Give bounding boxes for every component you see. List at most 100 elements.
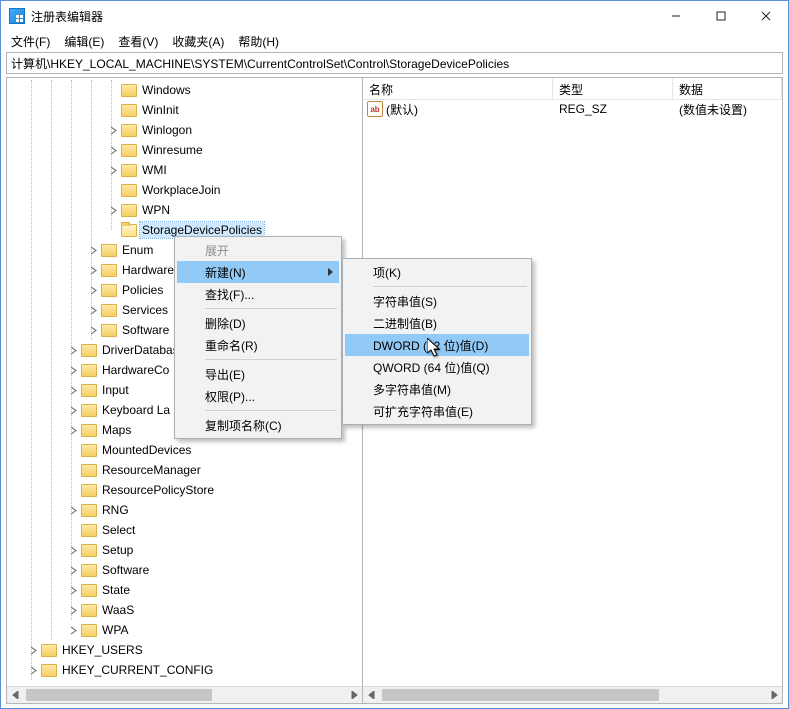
tree-item-wininit[interactable]: WinInit	[7, 100, 362, 120]
tree-toggle-icon[interactable]	[67, 624, 79, 636]
tree-item-label: Select	[100, 522, 137, 538]
tree-horizontal-scrollbar[interactable]	[7, 686, 362, 703]
scroll-left-button[interactable]	[363, 687, 380, 703]
minimize-button[interactable]	[653, 1, 698, 31]
tree-toggle-icon[interactable]	[107, 164, 119, 176]
tree-toggle-icon[interactable]	[87, 284, 99, 296]
ctx-rename[interactable]: 重命名(R)	[177, 334, 339, 356]
column-headers: 名称 类型 数据	[363, 78, 782, 100]
folder-icon	[101, 304, 117, 317]
tree-toggle-icon[interactable]	[67, 404, 79, 416]
tree-item-state[interactable]: State	[7, 580, 362, 600]
folder-icon	[41, 664, 57, 677]
tree-item-setup[interactable]: Setup	[7, 540, 362, 560]
folder-icon	[81, 604, 97, 617]
tree-item-label: WPN	[140, 202, 172, 218]
folder-icon	[81, 384, 97, 397]
tree-toggle-icon[interactable]	[67, 504, 79, 516]
tree-item-label: WPA	[100, 622, 130, 638]
ctx-copy-key-name[interactable]: 复制项名称(C)	[177, 414, 339, 436]
tree-item-winresume[interactable]: Winresume	[7, 140, 362, 160]
ctx-new-string[interactable]: 字符串值(S)	[345, 290, 529, 312]
scroll-thumb[interactable]	[382, 689, 659, 701]
tree-item-resourcepolicystore[interactable]: ResourcePolicyStore	[7, 480, 362, 500]
ctx-new[interactable]: 新建(N)	[177, 261, 339, 283]
menu-edit[interactable]: 编辑(E)	[58, 32, 110, 51]
ctx-new-dword[interactable]: DWORD (32 位)值(D)	[345, 334, 529, 356]
column-data[interactable]: 数据	[673, 78, 782, 99]
tree-item-waas[interactable]: WaaS	[7, 600, 362, 620]
ctx-export[interactable]: 导出(E)	[177, 363, 339, 385]
tree-toggle-icon[interactable]	[67, 604, 79, 616]
separator	[205, 410, 337, 411]
tree-item-workplacejoin[interactable]: WorkplaceJoin	[7, 180, 362, 200]
value-row-default[interactable]: ab (默认) REG_SZ (数值未设置)	[363, 100, 782, 118]
tree-item-mounteddevices[interactable]: MountedDevices	[7, 440, 362, 460]
ctx-delete[interactable]: 删除(D)	[177, 312, 339, 334]
scroll-thumb[interactable]	[26, 689, 212, 701]
titlebar: 注册表编辑器	[1, 1, 788, 31]
ctx-find[interactable]: 查找(F)...	[177, 283, 339, 305]
tree-item-windows[interactable]: Windows	[7, 80, 362, 100]
ctx-new-key[interactable]: 项(K)	[345, 261, 529, 283]
folder-icon	[81, 624, 97, 637]
tree-toggle-icon[interactable]	[87, 324, 99, 336]
tree-item-label: WaaS	[100, 602, 136, 618]
ctx-new-qword[interactable]: QWORD (64 位)值(Q)	[345, 356, 529, 378]
scroll-left-button[interactable]	[7, 687, 24, 703]
close-button[interactable]	[743, 1, 788, 31]
tree-item-label: Software	[100, 562, 151, 578]
tree-toggle-icon[interactable]	[27, 644, 39, 656]
values-horizontal-scrollbar[interactable]	[363, 686, 782, 703]
column-type[interactable]: 类型	[553, 78, 673, 99]
scroll-right-button[interactable]	[765, 687, 782, 703]
tree-item-hkey_current_config[interactable]: HKEY_CURRENT_CONFIG	[7, 660, 362, 680]
tree-item-label: State	[100, 582, 132, 598]
tree-item-software2[interactable]: Software	[7, 560, 362, 580]
ctx-new-binary[interactable]: 二进制值(B)	[345, 312, 529, 334]
tree-toggle-icon[interactable]	[67, 584, 79, 596]
tree-item-rng[interactable]: RNG	[7, 500, 362, 520]
tree-toggle-icon[interactable]	[87, 264, 99, 276]
ctx-new-multistring[interactable]: 多字符串值(M)	[345, 378, 529, 400]
ctx-permissions[interactable]: 权限(P)...	[177, 385, 339, 407]
tree-toggle-icon[interactable]	[107, 144, 119, 156]
tree-item-label: WinInit	[140, 102, 181, 118]
tree-item-wpa[interactable]: WPA	[7, 620, 362, 640]
scroll-right-button[interactable]	[345, 687, 362, 703]
scroll-track[interactable]	[380, 687, 765, 703]
menu-favorites[interactable]: 收藏夹(A)	[166, 32, 230, 51]
menu-help[interactable]: 帮助(H)	[232, 32, 285, 51]
maximize-button[interactable]	[698, 1, 743, 31]
folder-icon	[81, 444, 97, 457]
registry-editor-window: 注册表编辑器 文件(F) 编辑(E) 查看(V) 收藏夹(A) 帮助(H) 计算…	[0, 0, 789, 709]
tree-toggle-icon[interactable]	[67, 384, 79, 396]
tree-toggle-icon[interactable]	[87, 304, 99, 316]
app-icon	[9, 8, 25, 24]
tree-toggle-icon[interactable]	[67, 364, 79, 376]
tree-item-label: Policies	[120, 282, 165, 298]
address-bar[interactable]: 计算机\HKEY_LOCAL_MACHINE\SYSTEM\CurrentCon…	[6, 52, 783, 74]
folder-icon	[81, 524, 97, 537]
tree-toggle-icon[interactable]	[67, 424, 79, 436]
tree-toggle-icon[interactable]	[27, 664, 39, 676]
tree-toggle-icon[interactable]	[67, 564, 79, 576]
tree-item-label: HKEY_USERS	[60, 642, 145, 658]
tree-item-hkey_users[interactable]: HKEY_USERS	[7, 640, 362, 660]
tree-toggle-icon[interactable]	[67, 544, 79, 556]
tree-item-wmi[interactable]: WMI	[7, 160, 362, 180]
tree-toggle-icon[interactable]	[67, 344, 79, 356]
tree-item-select[interactable]: Select	[7, 520, 362, 540]
tree-item-wpn[interactable]: WPN	[7, 200, 362, 220]
menu-view[interactable]: 查看(V)	[112, 32, 164, 51]
tree-toggle-icon[interactable]	[107, 204, 119, 216]
column-name[interactable]: 名称	[363, 78, 553, 99]
tree-item-resourcemanager[interactable]: ResourceManager	[7, 460, 362, 480]
scroll-track[interactable]	[24, 687, 345, 703]
tree-toggle-icon[interactable]	[87, 244, 99, 256]
menu-file[interactable]: 文件(F)	[5, 32, 56, 51]
tree-item-winlogon[interactable]: Winlogon	[7, 120, 362, 140]
ctx-expand[interactable]: 展开	[177, 239, 339, 261]
ctx-new-expandstring[interactable]: 可扩充字符串值(E)	[345, 400, 529, 422]
tree-toggle-icon[interactable]	[107, 124, 119, 136]
